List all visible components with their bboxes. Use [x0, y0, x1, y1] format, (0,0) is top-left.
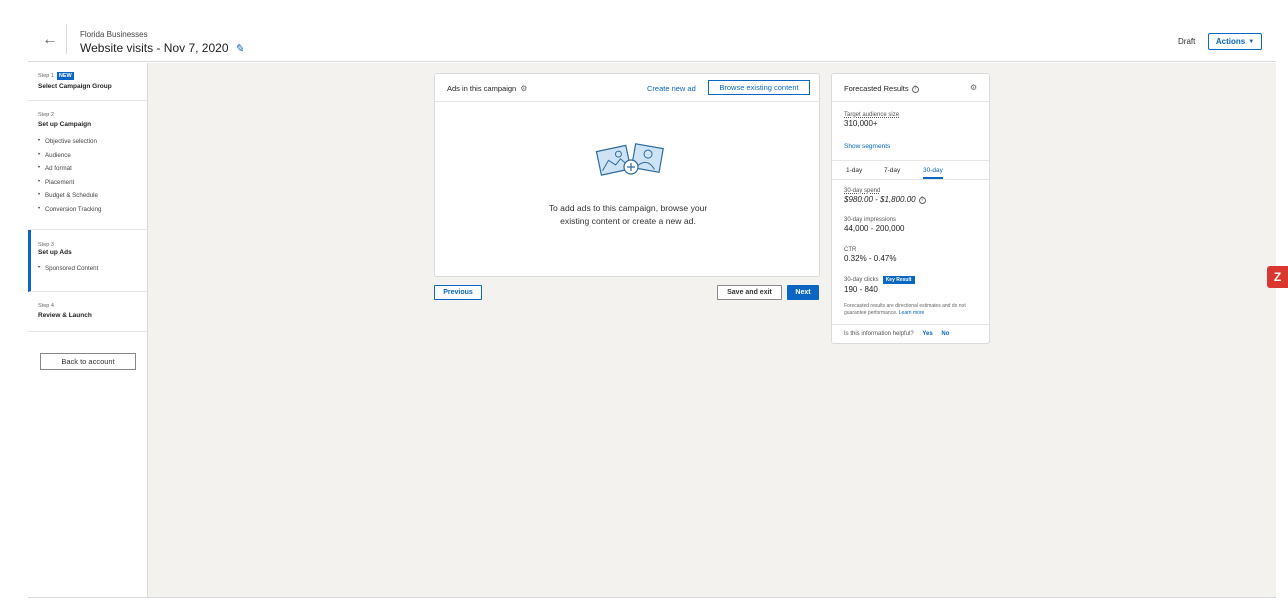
help-icon[interactable]: ?: [911, 85, 919, 93]
gear-icon[interactable]: ⚙: [970, 83, 977, 92]
bottom-divider: [28, 597, 1276, 598]
step-item-ad-format[interactable]: Ad format: [38, 165, 137, 179]
spend-value-text: $980.00 - $1,800.00: [844, 195, 916, 204]
audience-value: 310,000+: [844, 119, 878, 128]
clicks-section: 30-day clicks Key Result 190 - 840: [844, 276, 915, 294]
step-1-title: Select Campaign Group: [38, 83, 112, 90]
step-3-list: Sponsored Content: [38, 265, 137, 279]
step-item-sponsored-content[interactable]: Sponsored Content: [38, 265, 137, 279]
impressions-label: 30-day impressions: [844, 217, 897, 223]
impressions-section: 30-day impressions 44,000 - 200,000: [844, 217, 905, 233]
steps-sidebar: Step 1 NEW Select Campaign Group Step 2 …: [28, 63, 148, 598]
next-button[interactable]: Next: [787, 285, 819, 300]
caret-down-icon: ▼: [1248, 38, 1255, 45]
impressions-value: 44,000 - 200,000: [844, 224, 905, 233]
forecast-header: Forecasted Results? ⚙: [832, 74, 989, 102]
step-item-placement[interactable]: Placement: [38, 179, 137, 193]
campaign-title[interactable]: Website visits - Nov 7, 2020 ✎: [80, 41, 244, 55]
actions-label: Actions: [1215, 37, 1246, 46]
audience-label: Target audience size: [844, 112, 900, 118]
spend-section: 30-day spend $980.00 - $1,800.00?: [844, 188, 926, 204]
forecast-title: Forecasted Results?: [844, 84, 919, 93]
ads-card: Ads in this campaign ⚙ Create new ad Brow…: [434, 73, 820, 277]
step-item-audience[interactable]: Audience: [38, 152, 137, 166]
add-media-illustration: [595, 143, 664, 176]
top-header: ← Florida Businesses Website visits - No…: [28, 0, 1276, 62]
back-arrow-icon[interactable]: ←: [40, 30, 60, 50]
new-badge: NEW: [56, 72, 74, 80]
create-new-ad-link[interactable]: Create new ad: [647, 84, 696, 93]
forecast-disclaimer: Forecasted results are directional estim…: [844, 303, 984, 316]
step-4[interactable]: Step 4 Review & Launch: [28, 292, 147, 332]
helpful-no-button[interactable]: No: [941, 331, 949, 337]
support-widget-button[interactable]: Z: [1267, 266, 1288, 288]
gear-icon[interactable]: ⚙: [520, 84, 527, 93]
step-3-title: Set up Ads: [38, 249, 72, 256]
step-2[interactable]: Step 2 Set up Campaign Objective selecti…: [28, 101, 147, 230]
forecasted-results-card: Forecasted Results? ⚙ Target audience si…: [831, 73, 990, 344]
step-1[interactable]: Step 1 NEW Select Campaign Group: [28, 63, 147, 101]
step-item-budget[interactable]: Budget & Schedule: [38, 192, 137, 206]
back-to-account-button[interactable]: Back to account: [40, 353, 136, 370]
step-3[interactable]: Step 3 Set up Ads Sponsored Content: [28, 230, 147, 292]
step-item-objective[interactable]: Objective selection: [38, 138, 137, 152]
ctr-section: CTR 0.32% - 0.47%: [844, 247, 896, 263]
step-1-label: Step 1: [38, 73, 54, 79]
learn-more-link[interactable]: Learn more: [899, 310, 925, 316]
ads-card-title-text: Ads in this campaign: [447, 84, 517, 93]
spend-value: $980.00 - $1,800.00?: [844, 195, 926, 204]
account-name: Florida Businesses: [80, 30, 148, 39]
step-4-title: Review & Launch: [38, 311, 92, 319]
audience-section: Target audience size 310,000+: [844, 112, 899, 128]
previous-button[interactable]: Previous: [434, 285, 482, 300]
helpful-yes-button[interactable]: Yes: [922, 331, 932, 337]
step-4-label: Step 4: [38, 302, 54, 309]
tab-30-day[interactable]: 30-day: [923, 167, 943, 179]
ctr-label: CTR: [844, 247, 857, 253]
ads-card-title: Ads in this campaign ⚙: [447, 84, 527, 93]
forecast-title-text: Forecasted Results: [844, 84, 909, 93]
step-2-title: Set up Campaign: [38, 121, 92, 128]
help-icon[interactable]: ?: [918, 196, 926, 204]
campaign-title-text: Website visits - Nov 7, 2020: [80, 41, 229, 55]
key-result-badge: Key Result: [882, 276, 915, 284]
helpful-question: Is this information helpful?: [844, 331, 914, 337]
step-2-list: Objective selection Audience Ad format P…: [38, 138, 137, 219]
step-item-conversion[interactable]: Conversion Tracking: [38, 206, 137, 220]
ads-card-header: Ads in this campaign ⚙ Create new ad Brow…: [435, 74, 819, 102]
save-and-exit-button[interactable]: Save and exit: [717, 285, 782, 300]
actions-dropdown[interactable]: Actions ▼: [1208, 33, 1262, 50]
clicks-value: 190 - 840: [844, 285, 878, 294]
header-divider: [66, 24, 67, 54]
step-2-label: Step 2: [38, 112, 54, 118]
ctr-value: 0.32% - 0.47%: [844, 254, 897, 263]
tab-7-day[interactable]: 7-day: [884, 167, 900, 174]
forecast-tabs: 1-day 7-day 30-day: [832, 160, 989, 180]
step-1-number: Step 1 NEW: [38, 72, 137, 80]
helpful-row: Is this information helpful? Yes No: [832, 324, 989, 343]
browse-existing-content-button[interactable]: Browse existing content: [708, 80, 810, 95]
spend-label: 30-day spend: [844, 188, 881, 194]
clicks-label: 30-day clicks: [844, 277, 879, 283]
status-text: Draft: [1178, 37, 1196, 46]
step-3-label: Step 3: [38, 242, 54, 248]
show-segments-link[interactable]: Show segments: [844, 143, 890, 150]
tab-1-day[interactable]: 1-day: [846, 167, 862, 174]
clicks-label-row: 30-day clicks Key Result: [844, 276, 915, 284]
empty-state-message: To add ads to this campaign, browse your…: [548, 203, 708, 226]
pencil-icon[interactable]: ✎: [235, 43, 244, 55]
